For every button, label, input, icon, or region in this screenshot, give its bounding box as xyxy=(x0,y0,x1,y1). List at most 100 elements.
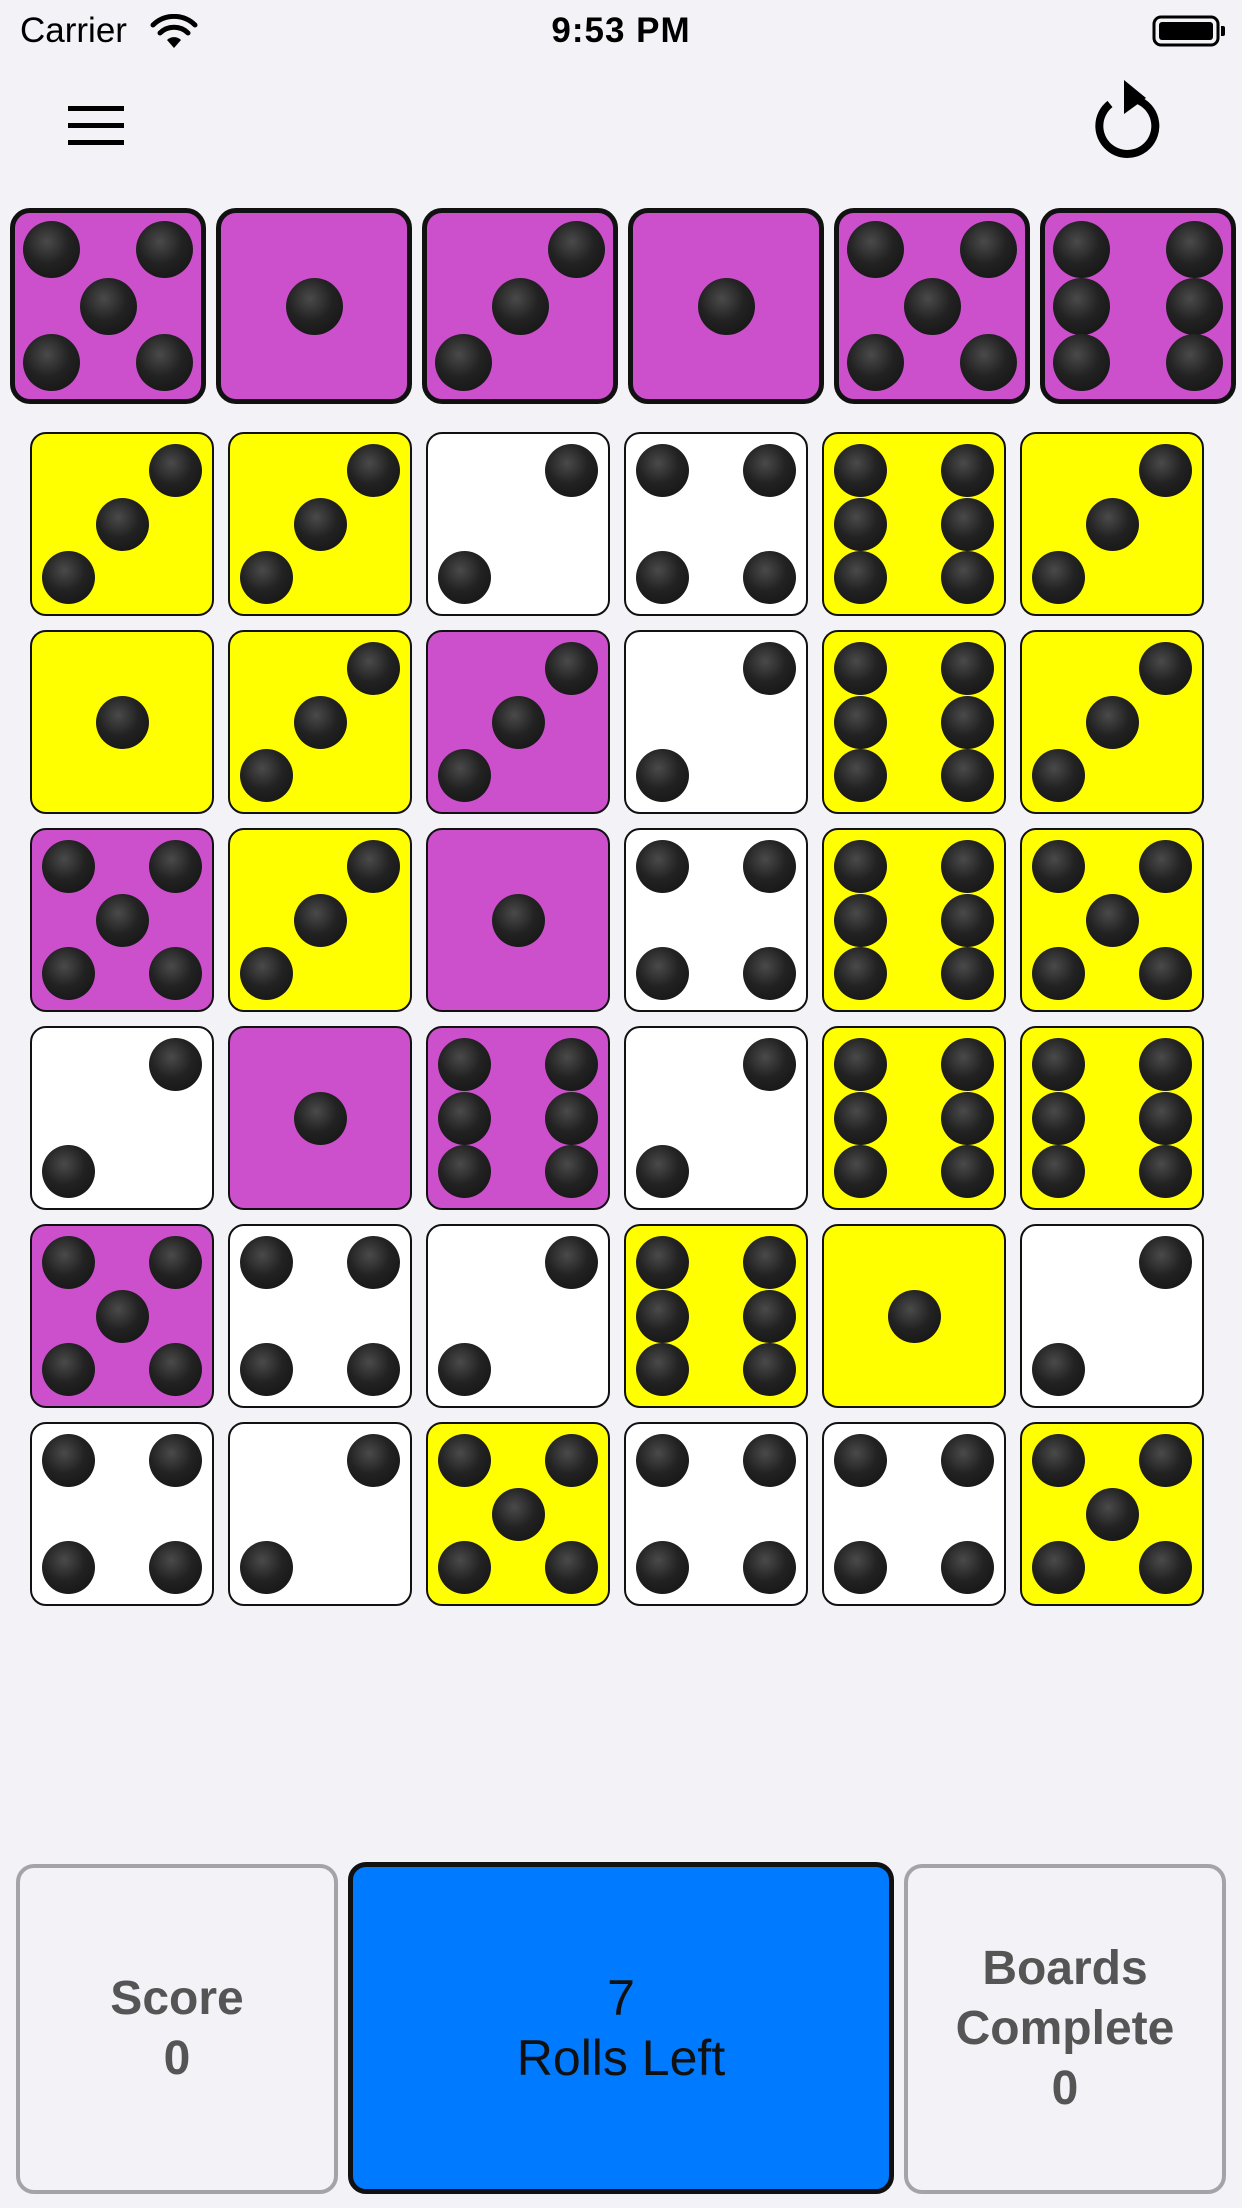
die-pip xyxy=(1032,1342,1086,1396)
target-die xyxy=(834,208,1030,404)
die-pip xyxy=(491,695,545,749)
die-pip xyxy=(742,550,796,604)
board-die[interactable] xyxy=(30,1026,214,1210)
board-die[interactable] xyxy=(624,1224,808,1408)
die-pip xyxy=(544,642,598,696)
board-die[interactable] xyxy=(30,828,214,1012)
hamburger-menu-icon xyxy=(68,106,124,145)
board-die[interactable] xyxy=(426,432,610,616)
board-die[interactable] xyxy=(228,432,412,616)
board-die[interactable] xyxy=(30,630,214,814)
die-pip xyxy=(742,1434,796,1488)
board-die[interactable] xyxy=(228,1026,412,1210)
board-die[interactable] xyxy=(30,1422,214,1606)
die-pip xyxy=(834,1038,888,1092)
die-pip xyxy=(742,642,796,696)
die-pip xyxy=(293,893,347,947)
board-die[interactable] xyxy=(1020,828,1204,1012)
die-pip xyxy=(434,334,492,392)
board-die[interactable] xyxy=(822,630,1006,814)
die-pip xyxy=(960,220,1018,278)
die-pip xyxy=(903,277,961,335)
die-pip xyxy=(544,444,598,498)
die-pip xyxy=(1032,550,1086,604)
die-pip xyxy=(491,1487,545,1541)
board-die[interactable] xyxy=(426,1422,610,1606)
board-die[interactable] xyxy=(426,1026,610,1210)
board-die[interactable] xyxy=(30,432,214,616)
die-pip xyxy=(544,1540,598,1594)
board-die[interactable] xyxy=(624,432,808,616)
boards-label-line2: Complete xyxy=(955,2002,1175,2055)
board-die[interactable] xyxy=(624,828,808,1012)
board-die[interactable] xyxy=(822,828,1006,1012)
die-pip xyxy=(636,1236,690,1290)
die-pip xyxy=(95,893,149,947)
board-die[interactable] xyxy=(228,630,412,814)
board-die[interactable] xyxy=(624,1422,808,1606)
die-pip xyxy=(1032,1091,1086,1145)
board-die[interactable] xyxy=(624,630,808,814)
die-pip xyxy=(42,1540,96,1594)
board-die[interactable] xyxy=(822,432,1006,616)
menu-button[interactable] xyxy=(60,96,132,156)
die-pip xyxy=(346,1342,400,1396)
die-pip xyxy=(742,946,796,1000)
die-pip xyxy=(293,497,347,551)
die-pip xyxy=(636,1144,690,1198)
die-pip xyxy=(1032,946,1086,1000)
die-pip xyxy=(148,1434,202,1488)
die-pip xyxy=(148,1540,202,1594)
die-pip xyxy=(544,1091,598,1145)
die-pip xyxy=(285,277,343,335)
die-pip xyxy=(834,1540,888,1594)
board-die[interactable] xyxy=(1020,1422,1204,1606)
board-die[interactable] xyxy=(1020,432,1204,616)
board-die[interactable] xyxy=(822,1224,1006,1408)
board-die[interactable] xyxy=(426,1224,610,1408)
die-pip xyxy=(940,1434,994,1488)
boards-complete-panel: Boards Complete 0 xyxy=(904,1864,1226,2194)
die-pip xyxy=(636,748,690,802)
board-die[interactable] xyxy=(30,1224,214,1408)
board-die[interactable] xyxy=(228,1224,412,1408)
die-pip xyxy=(346,444,400,498)
board-die[interactable] xyxy=(1020,1224,1204,1408)
die-pip xyxy=(1032,1144,1086,1198)
roll-button[interactable]: 7 Rolls Left xyxy=(348,1862,894,2194)
board-die[interactable] xyxy=(426,630,610,814)
boards-value: 0 xyxy=(1051,2062,1079,2115)
die-pip xyxy=(1032,840,1086,894)
die-pip xyxy=(834,840,888,894)
die-pip xyxy=(148,946,202,1000)
die-pip xyxy=(1052,220,1110,278)
die-pip xyxy=(636,1540,690,1594)
die-pip xyxy=(438,1434,492,1488)
board-die[interactable] xyxy=(426,828,610,1012)
board-die[interactable] xyxy=(1020,630,1204,814)
board-die[interactable] xyxy=(822,1026,1006,1210)
die-pip xyxy=(438,1144,492,1198)
board-die[interactable] xyxy=(228,828,412,1012)
die-pip xyxy=(1052,277,1110,335)
die-pip xyxy=(1138,1236,1192,1290)
board-die[interactable] xyxy=(624,1026,808,1210)
die-pip xyxy=(834,550,888,604)
die-pip xyxy=(346,1236,400,1290)
die-pip xyxy=(940,946,994,1000)
die-pip xyxy=(1085,893,1139,947)
board-die[interactable] xyxy=(228,1422,412,1606)
target-die xyxy=(628,208,824,404)
die-pip xyxy=(42,550,96,604)
die-pip xyxy=(636,1342,690,1396)
die-pip xyxy=(940,642,994,696)
die-pip xyxy=(846,220,904,278)
die-pip xyxy=(1138,1540,1192,1594)
die-pip xyxy=(636,444,690,498)
board-die[interactable] xyxy=(822,1422,1006,1606)
die-pip xyxy=(22,220,80,278)
die-pip xyxy=(742,1038,796,1092)
die-pip xyxy=(95,1289,149,1343)
board-die[interactable] xyxy=(1020,1026,1204,1210)
reset-button[interactable] xyxy=(1080,72,1176,168)
